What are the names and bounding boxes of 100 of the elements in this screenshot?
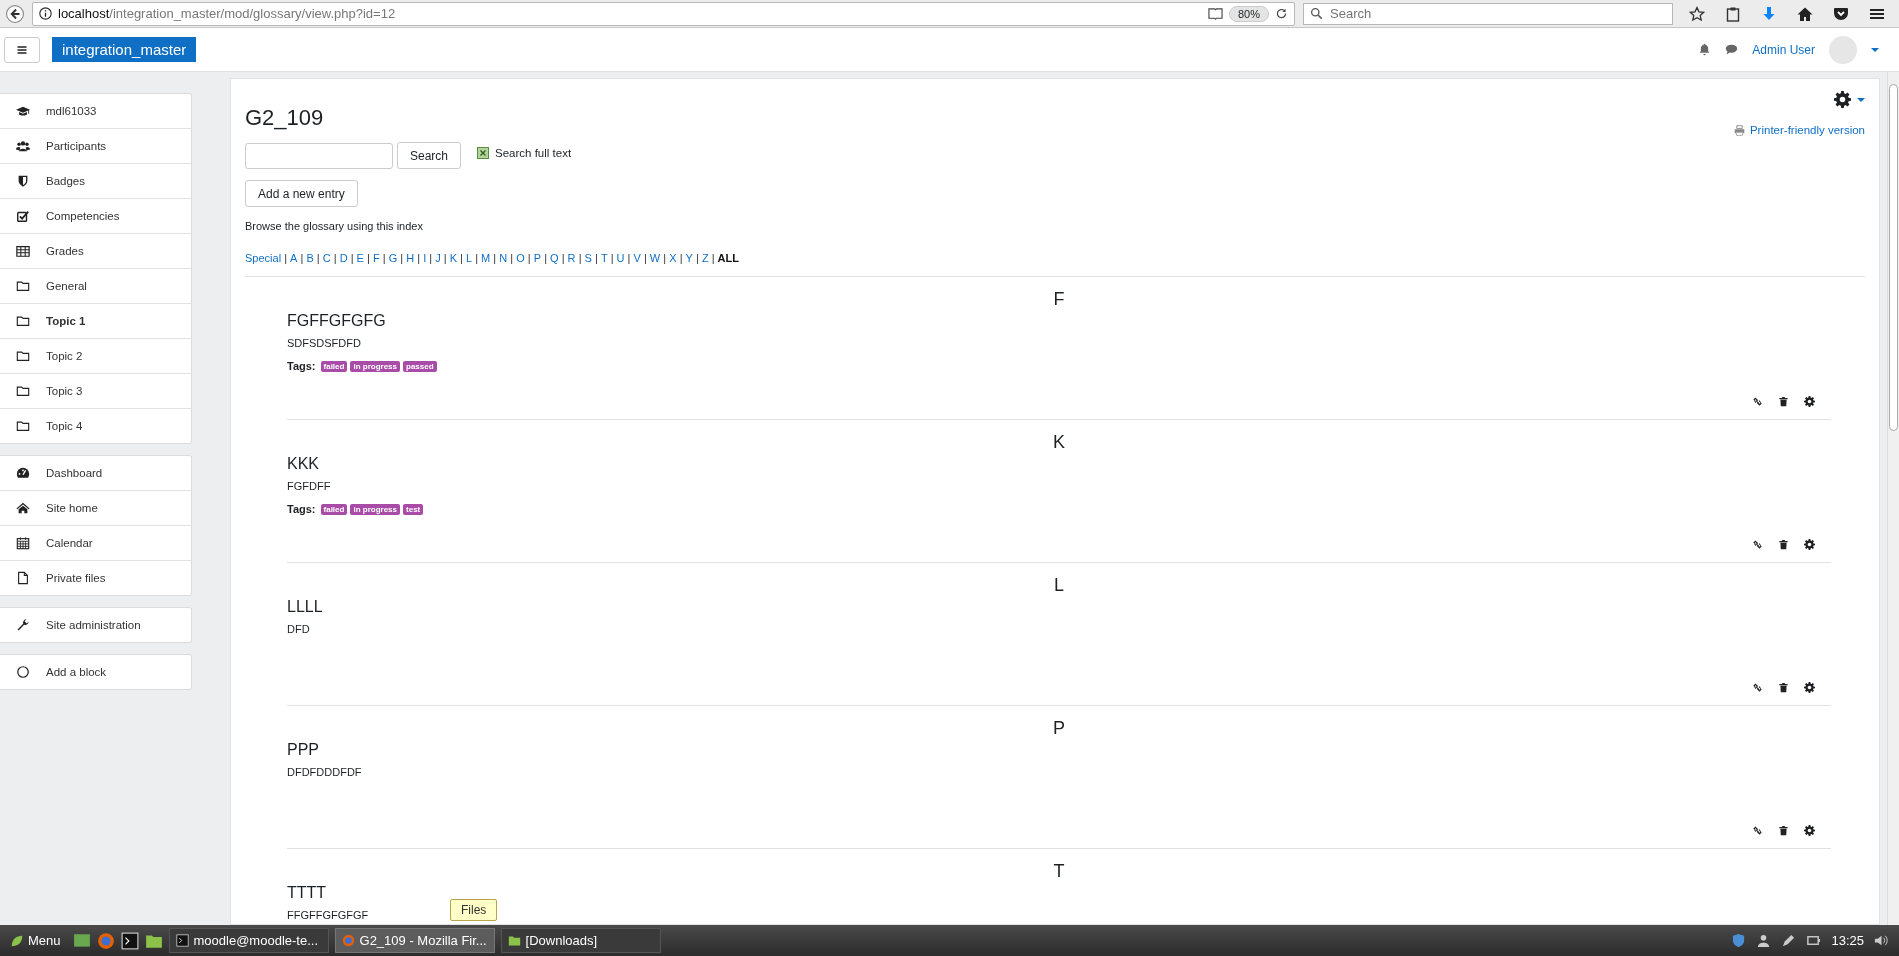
- tag-badge[interactable]: failed: [320, 360, 348, 372]
- index-link[interactable]: F: [372, 252, 380, 264]
- separator: |: [593, 252, 599, 264]
- index-link[interactable]: Special: [245, 252, 282, 264]
- taskbar-window-button[interactable]: G2_109 - Mozilla Fir...: [334, 928, 495, 953]
- user-name-link[interactable]: Admin User: [1752, 42, 1815, 57]
- index-link[interactable]: J: [435, 252, 441, 264]
- index-link[interactable]: A: [290, 252, 298, 264]
- caret-icon[interactable]: [1871, 47, 1879, 52]
- index-link[interactable]: I: [423, 252, 427, 264]
- browser-search-box[interactable]: Search: [1303, 2, 1673, 25]
- index-link[interactable]: M: [481, 252, 491, 264]
- index-link[interactable]: V: [633, 252, 641, 264]
- index-link[interactable]: K: [449, 252, 457, 264]
- sidebar-item[interactable]: Calendar: [0, 525, 191, 560]
- tag-badge[interactable]: passed: [403, 360, 437, 372]
- sidebar-item[interactable]: Topic 3: [0, 373, 191, 408]
- site-name-link[interactable]: integration_master: [52, 37, 197, 62]
- tag-badge[interactable]: failed: [320, 503, 348, 515]
- index-link[interactable]: Q: [550, 252, 559, 264]
- globe-icon: [341, 934, 355, 947]
- tag-badge[interactable]: in progress: [350, 503, 400, 515]
- index-link[interactable]: S: [584, 252, 592, 264]
- sidebar-item[interactable]: Topic 1: [0, 303, 191, 338]
- browse-instructions: Browse the glossary using this index: [245, 220, 424, 232]
- sidebar-item[interactable]: mdl61033: [0, 94, 191, 128]
- letter-heading: P: [1053, 718, 1065, 739]
- trash-icon: [1778, 396, 1789, 407]
- menu-button[interactable]: [4, 36, 40, 63]
- sidebar-item[interactable]: Site home: [0, 490, 191, 525]
- settings-button[interactable]: [1804, 396, 1815, 407]
- taskbar-window-button[interactable]: [Downloads]: [500, 928, 661, 953]
- index-link[interactable]: C: [322, 252, 331, 264]
- settings-button[interactable]: [1804, 539, 1815, 550]
- shield-icon: [16, 174, 30, 188]
- sidebar-item[interactable]: Topic 4: [0, 408, 191, 443]
- search-field[interactable]: [245, 142, 393, 169]
- sidebar-item[interactable]: Topic 2: [0, 338, 191, 373]
- folder-icon: [16, 314, 30, 328]
- sidebar-item[interactable]: Dashboard: [0, 456, 191, 490]
- index-link[interactable]: U: [616, 252, 625, 264]
- tag-badge[interactable]: in progress: [350, 360, 400, 372]
- printer-friendly-link[interactable]: Printer-friendly version: [1733, 124, 1865, 136]
- delete-button[interactable]: [1778, 825, 1789, 836]
- letter-heading: T: [1053, 861, 1065, 882]
- index-link[interactable]: G: [388, 252, 398, 264]
- index-link[interactable]: H: [406, 252, 415, 264]
- delete-button[interactable]: [1778, 539, 1789, 550]
- index-link[interactable]: T: [600, 252, 608, 264]
- index-link[interactable]: E: [356, 252, 364, 264]
- link-button[interactable]: [1752, 825, 1763, 836]
- index-link[interactable]: X: [669, 252, 677, 264]
- settings-menu-button[interactable]: [1834, 91, 1865, 108]
- add-entry-button[interactable]: Add a new entry: [245, 180, 358, 207]
- index-link[interactable]: P: [533, 252, 542, 264]
- separator: |: [662, 252, 668, 264]
- reload-icon: [1275, 7, 1288, 20]
- index-link[interactable]: W: [649, 252, 661, 264]
- address-bar[interactable]: localhost/integration_master/mod/glossary/view.php?id=12 80%: [32, 1, 1295, 26]
- link-button[interactable]: [1752, 682, 1763, 693]
- sidebar-item[interactable]: Grades: [0, 233, 191, 268]
- index-link[interactable]: D: [339, 252, 348, 264]
- settings-button[interactable]: [1804, 825, 1815, 836]
- leaf-icon: [10, 933, 24, 948]
- full-text-checkbox[interactable]: Search full text: [477, 146, 572, 159]
- index-link[interactable]: L: [466, 252, 473, 264]
- delete-button[interactable]: [1778, 682, 1789, 693]
- index-link[interactable]: Y: [685, 252, 693, 264]
- separator: |: [349, 252, 355, 264]
- index-link[interactable]: R: [567, 252, 576, 264]
- index-link[interactable]: Z: [701, 252, 709, 264]
- sidebar-item[interactable]: Badges: [0, 163, 191, 198]
- clock-time: 13:25: [1831, 933, 1864, 948]
- index-link[interactable]: N: [499, 252, 508, 264]
- sidebar-item[interactable]: Add a block: [0, 655, 191, 689]
- settings-icon: [1834, 91, 1851, 108]
- link-button[interactable]: [1752, 539, 1763, 550]
- sidebar-item[interactable]: Competencies: [0, 198, 191, 233]
- delete-button[interactable]: [1778, 396, 1789, 407]
- sidebar-item[interactable]: Site administration: [0, 608, 191, 642]
- sidebar-item[interactable]: Participants: [0, 128, 191, 163]
- separator: |: [710, 252, 716, 264]
- settings-button[interactable]: [1804, 682, 1815, 693]
- link-button[interactable]: [1752, 396, 1763, 407]
- entry-concept: PPP: [287, 741, 319, 759]
- separator: |: [315, 252, 321, 264]
- separator: |: [428, 252, 434, 264]
- taskbar-window-button[interactable]: moodle@moodle-te...: [168, 928, 329, 953]
- tag-badge[interactable]: test: [403, 503, 424, 515]
- tags-label: Tags:: [287, 503, 316, 515]
- zoom-level[interactable]: 80%: [1228, 5, 1269, 22]
- scrollbar[interactable]: [1887, 72, 1899, 925]
- sidebar-item[interactable]: Private files: [0, 560, 191, 595]
- search-button[interactable]: Search: [397, 142, 462, 169]
- index-link[interactable]: B: [306, 252, 314, 264]
- checkbox-icon[interactable]: [477, 146, 490, 159]
- index-link[interactable]: O: [516, 252, 525, 264]
- sidebar-item[interactable]: General: [0, 268, 191, 303]
- folder-icon: [16, 279, 30, 293]
- start-menu-button[interactable]: Menu: [4, 933, 67, 948]
